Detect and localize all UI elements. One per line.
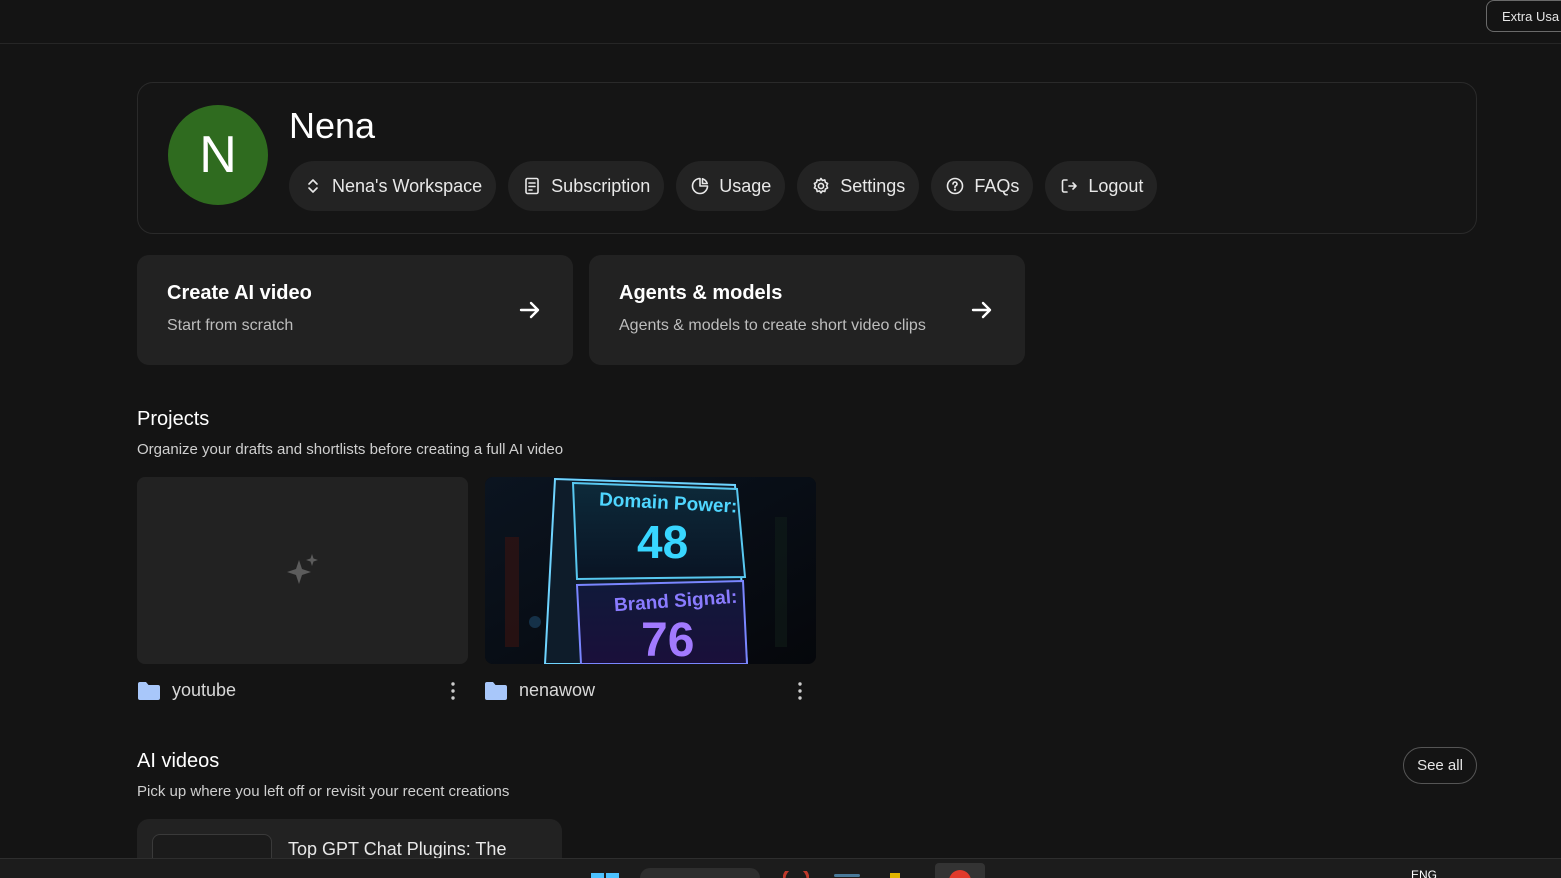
agents-models-title: Agents & models bbox=[619, 282, 783, 304]
usage-label: Usage bbox=[719, 175, 772, 196]
create-ai-video-subtitle: Start from scratch bbox=[167, 317, 294, 334]
project-name: nenawow bbox=[519, 680, 596, 700]
logout-icon bbox=[1059, 176, 1079, 196]
windows-start-icon[interactable] bbox=[590, 865, 620, 878]
create-ai-video-card[interactable]: Create AI video Start from scratch bbox=[137, 255, 573, 365]
sparkle-icon bbox=[287, 554, 318, 584]
project-thumbnail-youtube[interactable] bbox=[137, 477, 468, 664]
logout-label: Logout bbox=[1088, 175, 1144, 196]
avatar[interactable]: N bbox=[168, 105, 268, 205]
folder-icon bbox=[138, 682, 160, 700]
subscription-button[interactable]: Subscription bbox=[508, 161, 665, 211]
profile-menu: Nena's Workspace Subscription Usage Sett… bbox=[289, 161, 1158, 211]
help-circle-icon bbox=[945, 176, 965, 196]
project-item-youtube[interactable]: youtube bbox=[137, 677, 468, 705]
usage-button[interactable]: Usage bbox=[676, 161, 786, 211]
settings-label: Settings bbox=[840, 175, 906, 196]
app-icon[interactable] bbox=[783, 871, 809, 878]
agents-models-card[interactable]: Agents & models Agents & models to creat… bbox=[589, 255, 1025, 365]
workspace-switcher-button[interactable]: Nena's Workspace bbox=[289, 161, 497, 211]
agents-models-subtitle: Agents & models to create short video cl… bbox=[619, 317, 926, 334]
create-ai-video-title: Create AI video bbox=[167, 282, 312, 304]
more-options-icon[interactable] bbox=[446, 679, 460, 703]
language-indicator[interactable]: ENG bbox=[1411, 868, 1437, 878]
gear-icon bbox=[811, 176, 831, 196]
profile-name: Nena bbox=[289, 105, 376, 146]
faqs-button[interactable]: FAQs bbox=[931, 161, 1034, 211]
active-app-tile[interactable] bbox=[935, 863, 985, 878]
app-icon[interactable] bbox=[834, 874, 860, 878]
taskbar: ENG bbox=[0, 858, 1561, 878]
logout-button[interactable]: Logout bbox=[1045, 161, 1158, 211]
ai-videos-subtitle: Pick up where you left off or revisit yo… bbox=[137, 783, 510, 800]
project-name: youtube bbox=[172, 680, 237, 700]
subscription-label: Subscription bbox=[551, 175, 651, 196]
faqs-label: FAQs bbox=[974, 175, 1020, 196]
brand-signal-value: 76 bbox=[641, 614, 695, 664]
project-item-nenawow[interactable]: nenawow bbox=[484, 677, 815, 705]
arrow-right-icon bbox=[971, 301, 992, 319]
projects-title: Projects bbox=[137, 408, 210, 430]
see-all-button[interactable]: See all bbox=[1403, 747, 1477, 784]
chevron-updown-icon bbox=[303, 176, 323, 196]
ai-videos-title: AI videos bbox=[137, 750, 220, 772]
app-icon[interactable] bbox=[890, 873, 904, 878]
domain-power-value: 48 bbox=[637, 516, 689, 568]
settings-button[interactable]: Settings bbox=[797, 161, 920, 211]
app-icon bbox=[949, 870, 971, 878]
profile-card: N Nena Nena's Workspace Subscription Usa… bbox=[137, 82, 1477, 234]
workspace-label: Nena's Workspace bbox=[332, 175, 483, 196]
project-thumbnail-nenawow[interactable]: Domain Power: 48 Brand Signal: 76 bbox=[485, 477, 816, 664]
receipt-icon bbox=[522, 176, 542, 196]
pie-chart-icon bbox=[690, 176, 710, 196]
taskbar-search-box[interactable] bbox=[640, 868, 760, 878]
projects-subtitle: Organize your drafts and shortlists befo… bbox=[137, 441, 564, 458]
more-options-icon[interactable] bbox=[793, 679, 807, 703]
video-title: Top GPT Chat Plugins: The bbox=[288, 839, 507, 859]
folder-icon bbox=[485, 682, 507, 700]
arrow-right-icon bbox=[519, 301, 540, 319]
extra-usage-button[interactable]: Extra Usa bbox=[1486, 0, 1561, 32]
top-bar: Extra Usa bbox=[0, 0, 1561, 44]
